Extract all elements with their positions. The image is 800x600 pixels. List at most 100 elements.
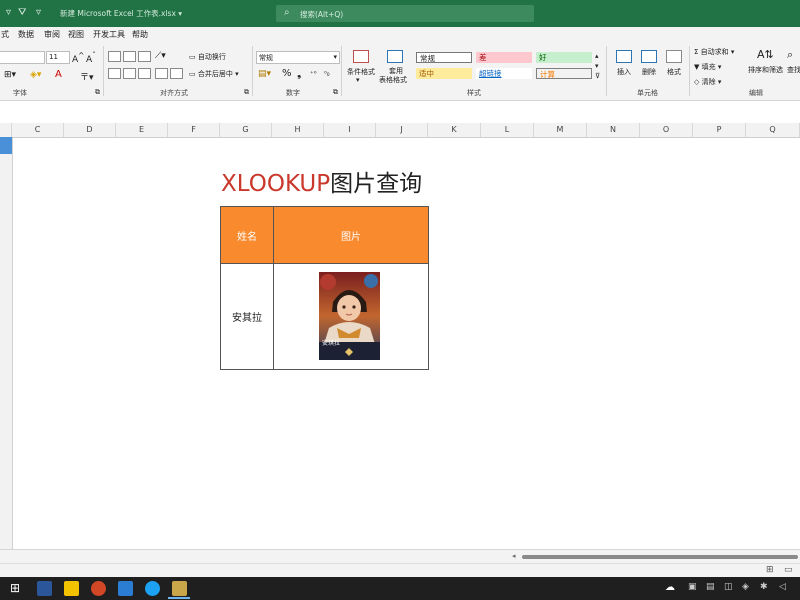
align-middle-icon[interactable] [123,51,136,62]
alignment-dialog-launcher-icon[interactable]: ⧉ [244,88,249,97]
insert-button[interactable]: 插入 [617,67,631,77]
page-layout-view-icon[interactable]: ▭ [784,565,793,575]
align-center-icon[interactable] [123,68,136,79]
decrease-indent-icon[interactable] [155,68,168,79]
column-header-o[interactable]: O [640,123,693,137]
fill-color-icon[interactable]: ◈▾ [30,70,41,80]
onedrive-icon[interactable]: ☁ [665,582,675,593]
clear-button[interactable]: ◇ 清除 ▾ [694,77,721,87]
windows-start-icon[interactable]: ⊞ [10,581,20,595]
volume-icon[interactable]: ◫ [724,582,733,592]
edge-icon[interactable] [145,581,160,596]
bluetooth-icon[interactable]: ✱ [760,582,768,592]
selected-row-indicator[interactable] [0,137,12,154]
currency-icon[interactable]: ▤▾ [258,69,271,79]
system-tray-icon[interactable]: ▣ [688,582,697,592]
orientation-icon[interactable]: ⟋▾ [155,51,166,61]
table-cell-name[interactable]: 安其拉 [221,263,274,369]
style-neutral[interactable]: 适中 [416,68,472,79]
table-header-image[interactable]: 图片 [274,207,428,263]
style-normal[interactable]: 常规 [416,52,472,63]
column-header-n[interactable]: N [587,123,640,137]
menu-view[interactable]: 视图 [68,29,84,40]
comma-button[interactable]: ❟ [297,67,301,81]
quick-access-more-icon[interactable]: ▿ [6,7,11,18]
column-header-j[interactable]: J [376,123,428,137]
delete-button[interactable]: 删除 [642,67,656,77]
phonetic-icon[interactable]: 〒▾ [80,70,94,83]
sheet-title[interactable]: XLOOKUP图片查询 [221,164,422,198]
number-dialog-launcher-icon[interactable]: ⧉ [333,88,338,97]
normal-view-icon[interactable]: ⊞ [766,565,774,575]
terminal-icon[interactable] [118,581,133,596]
autosum-button[interactable]: Σ 自动求和 ▾ [694,47,734,57]
search-box[interactable]: ⌕ 搜索(Alt+Q) [276,5,534,22]
borders-icon[interactable]: ⊞▾ [4,70,16,80]
align-right-icon[interactable] [138,68,151,79]
row-header-column[interactable] [0,137,13,549]
decrease-font-icon[interactable]: Aˇ [86,51,96,65]
word-icon[interactable] [37,581,52,596]
style-calculation[interactable]: 计算 [536,68,592,79]
column-header-e[interactable]: E [116,123,168,137]
format-button[interactable]: 格式 [667,67,681,77]
column-header-l[interactable]: L [481,123,534,137]
styles-scroll-down-icon[interactable]: ▾ [595,62,599,70]
style-hyperlink[interactable]: 超链接 [476,68,532,79]
align-left-icon[interactable] [108,68,121,79]
column-header-f[interactable]: F [168,123,220,137]
file-explorer-icon[interactable] [64,581,79,596]
decrease-decimal-icon[interactable]: ⁰₀ [324,70,330,78]
menu-review[interactable]: 审阅 [44,29,60,40]
folder-icon[interactable] [172,581,187,596]
character-portrait-image[interactable]: 安琪拉 [319,272,380,360]
increase-decimal-icon[interactable]: ⁺⁰ [310,70,317,78]
column-header-q[interactable]: Q [746,123,800,137]
table-header-name[interactable]: 姓名 [221,207,274,263]
align-bottom-icon[interactable] [138,51,151,62]
filter-icon[interactable]: ⛛ [18,7,26,18]
wrap-text-button[interactable]: ▭ 自动换行 [189,52,226,62]
security-icon[interactable]: ◈ [742,582,749,592]
align-top-icon[interactable] [108,51,121,62]
menu-formulas[interactable]: 式 [1,29,9,40]
column-header-i[interactable]: I [324,123,376,137]
fill-button[interactable]: ▼ 填充 ▾ [694,62,721,72]
font-size-select[interactable]: 11 [46,51,70,64]
increase-font-icon[interactable]: A^ [72,51,84,65]
find-button[interactable]: 查找 [787,65,800,75]
style-good[interactable]: 好 [536,52,592,63]
percent-button[interactable]: % [282,68,292,79]
powerpoint-icon[interactable] [91,581,106,596]
column-header-d[interactable]: D [64,123,116,137]
merge-center-button[interactable]: ▭ 合并后居中 ▾ [189,69,239,79]
select-all-corner[interactable] [0,123,12,137]
style-bad[interactable]: 差 [476,52,532,63]
network-icon[interactable]: ▤ [706,582,715,592]
speaker-icon[interactable]: ◁ [779,582,786,592]
column-header-g[interactable]: G [220,123,272,137]
column-header-h[interactable]: H [272,123,324,137]
document-title[interactable]: 新建 Microsoft Excel 工作表.xlsx ▾ [60,8,182,19]
menu-data[interactable]: 数据 [18,29,34,40]
increase-indent-icon[interactable] [170,68,183,79]
column-header-k[interactable]: K [428,123,481,137]
menu-developer[interactable]: 开发工具 [93,29,125,40]
conditional-format-button[interactable]: 条件格式 [347,67,375,77]
column-header-c[interactable]: C [12,123,64,137]
column-header-m[interactable]: M [534,123,587,137]
styles-scroll-up-icon[interactable]: ▴ [595,52,599,60]
scroll-left-icon[interactable]: ◂ [512,552,516,560]
sort-filter-button[interactable]: 排序和筛选 [748,65,783,75]
font-dialog-launcher-icon[interactable]: ⧉ [95,88,100,97]
font-color-icon[interactable]: A [55,69,62,80]
customize-quick-access-icon[interactable]: ▿ [36,7,41,18]
formula-bar-area[interactable] [0,101,800,124]
column-header-p[interactable]: P [693,123,746,137]
number-format-select[interactable]: 常规 ▾ [256,51,340,64]
menu-help[interactable]: 帮助 [132,29,148,40]
horizontal-scrollbar-thumb[interactable] [522,555,798,559]
styles-more-icon[interactable]: ⊽ [595,72,600,80]
table-format-label-2[interactable]: 表格格式 [379,75,407,85]
font-name-select[interactable] [0,51,45,64]
